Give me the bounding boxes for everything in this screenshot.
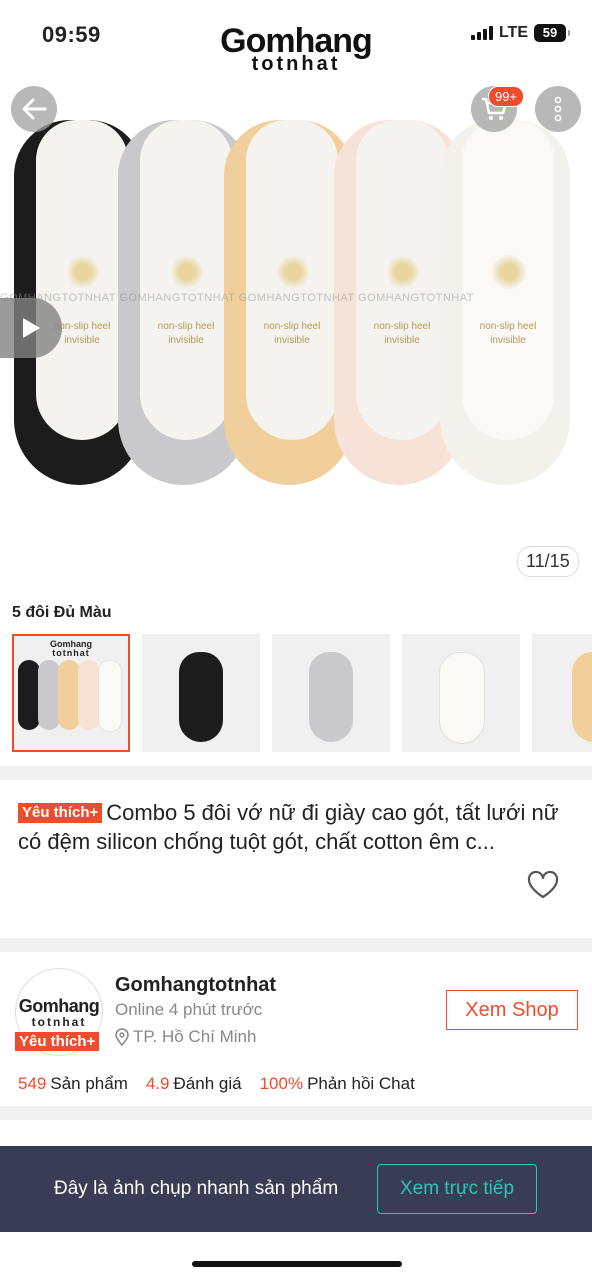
variant-thumb[interactable]: [402, 634, 520, 752]
more-button[interactable]: [535, 86, 581, 132]
divider: [0, 1106, 592, 1120]
play-icon: [23, 318, 40, 338]
variant-thumb[interactable]: [142, 634, 260, 752]
watermark: GOMHANGTOTNHAT GOMHANGTOTNHAT GOMHANGTOT…: [0, 292, 474, 304]
more-vertical-icon: [554, 96, 562, 122]
product-title: Yêu thích+ Combo 5 đôi vớ nữ đi giày cao …: [18, 800, 559, 854]
shop-location: TP. Hồ Chí Minh: [115, 1027, 256, 1047]
arrow-left-icon: [22, 98, 47, 120]
home-indicator[interactable]: [192, 1261, 402, 1267]
view-shop-button[interactable]: Xem Shop: [446, 990, 578, 1030]
like-button[interactable]: [526, 870, 560, 905]
location-pin-icon: [115, 1028, 129, 1046]
stat-products: 549 Sản phẩm: [18, 1074, 128, 1093]
variant-thumb[interactable]: [532, 634, 592, 752]
thumb-logo: Gomhang totnhat: [50, 639, 92, 658]
snapshot-banner-text: Đây là ảnh chụp nhanh sản phẩm: [54, 1178, 339, 1199]
favorite-tag: Yêu thích+: [18, 803, 103, 823]
shop-name[interactable]: Gomhangtotnhat: [115, 974, 276, 997]
shop-online-status: Online 4 phút trước: [115, 1000, 263, 1019]
brand-logo: Gomhang totnhat: [220, 22, 373, 75]
stat-chat: 100% Phản hồi Chat: [259, 1074, 415, 1093]
back-button[interactable]: [11, 86, 57, 132]
bottom-safe-area: [0, 1232, 592, 1280]
view-live-button[interactable]: Xem trực tiếp: [377, 1164, 537, 1214]
variant-label: 5 đôi Đủ Màu: [12, 604, 112, 621]
divider: [0, 766, 592, 780]
image-counter: 11/15: [517, 546, 579, 577]
cart-badge: 99+: [488, 86, 525, 107]
stat-rating: 4.9 Đánh giá: [145, 1074, 242, 1093]
divider: [0, 938, 592, 952]
shop-favorite-tag: Yêu thích+: [15, 1032, 100, 1051]
play-video-button[interactable]: [0, 298, 62, 358]
heart-icon: [527, 870, 559, 899]
variant-thumb[interactable]: Gomhang totnhat: [12, 634, 130, 752]
variant-thumb[interactable]: [272, 634, 390, 752]
shop-stats: 549 Sản phẩm 4.9 Đánh giá 100% Phản hồi Cha…: [18, 1074, 415, 1094]
